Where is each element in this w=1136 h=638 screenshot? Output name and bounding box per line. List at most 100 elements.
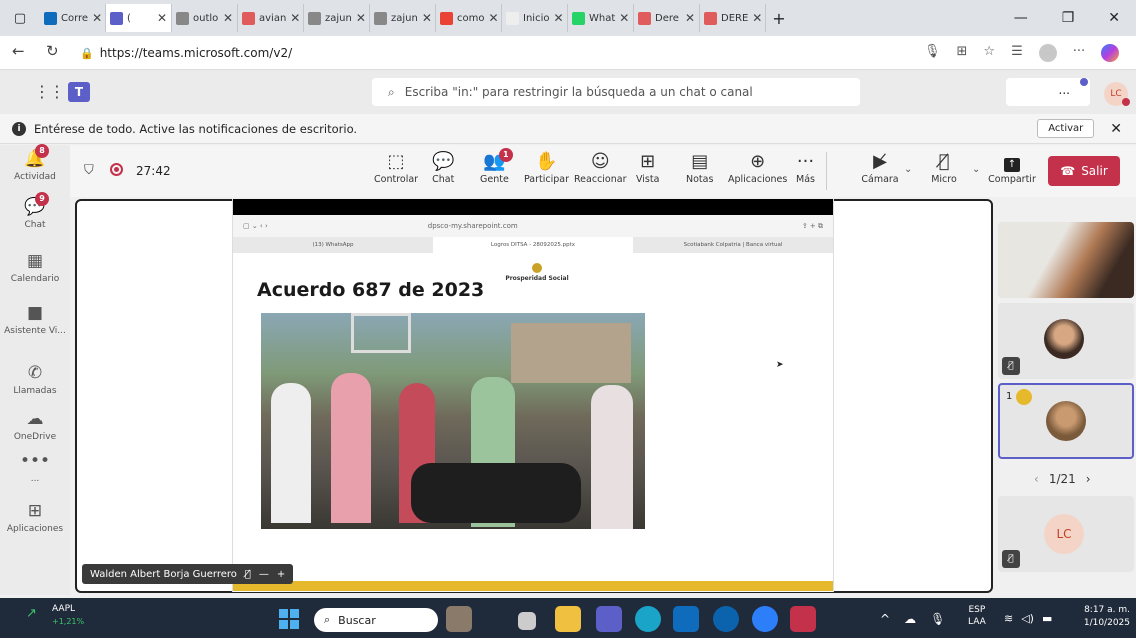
favorite-star-icon[interactable]: ☆	[983, 44, 995, 62]
tab-favicon-icon	[704, 11, 717, 25]
mouse-pointer-icon: ➤	[776, 360, 784, 370]
rail-item[interactable]: ▦ Calendario	[0, 250, 70, 284]
hp-icon[interactable]	[713, 606, 739, 632]
leave-button[interactable]: ☎ Salir	[1048, 156, 1120, 186]
participant-avatar	[1044, 319, 1084, 359]
file-explorer-icon[interactable]	[555, 606, 581, 632]
browser-tab[interactable]: Corre ✕	[40, 4, 106, 32]
participant-video-tile[interactable]	[998, 222, 1134, 298]
edge-icon[interactable]	[635, 606, 661, 632]
browser-tab[interactable]: outlo ✕	[172, 4, 238, 32]
rail-item[interactable]: 🔔 8 Actividad	[0, 144, 70, 182]
browser-tab[interactable]: Inicio ✕	[502, 4, 568, 32]
shield-icon[interactable]: ⛉	[84, 163, 94, 178]
close-tab-icon[interactable]: ✕	[92, 11, 102, 25]
browser-tab[interactable]: What ✕	[568, 4, 634, 32]
rail-item[interactable]: 💬 9 Chat	[0, 192, 70, 230]
clock[interactable]: 8:17 a. m. 1/10/2025	[1066, 604, 1130, 630]
close-tab-icon[interactable]: ✕	[290, 11, 300, 25]
tab-actions-icon[interactable]: ▢	[0, 4, 40, 32]
show-hidden-icons[interactable]: ^	[880, 612, 890, 626]
close-tab-icon[interactable]: ✕	[356, 11, 366, 25]
next-page-icon[interactable]: ›	[1086, 472, 1091, 486]
copilot-icon[interactable]	[1101, 44, 1120, 62]
expand-icon[interactable]: +	[277, 569, 285, 580]
reload-icon[interactable]: ↻	[46, 42, 59, 60]
browser-tab[interactable]: DERE ✕	[700, 4, 766, 32]
activate-button[interactable]: Activar	[1037, 119, 1095, 138]
browser-tab[interactable]: zajun ✕	[304, 4, 370, 32]
close-tab-icon[interactable]: ✕	[685, 11, 695, 25]
restore-icon[interactable]: ❐	[1062, 10, 1075, 26]
close-tab-icon[interactable]: ✕	[223, 11, 233, 25]
url-field[interactable]: 🔒 https://teams.microsoft.com/v2/	[80, 41, 900, 65]
close-tab-icon[interactable]: ✕	[553, 11, 563, 25]
mic-button[interactable]: 🎙̸ Micro	[926, 150, 962, 185]
favorites-list-icon[interactable]: ☰	[1011, 44, 1023, 62]
toolbar-button[interactable]: ✋ Participar	[524, 150, 569, 185]
taskbar-search[interactable]: ⌕ Buscar	[314, 608, 438, 632]
participant-tile-active[interactable]: 1	[998, 383, 1134, 459]
close-banner-icon[interactable]: ✕	[1110, 121, 1122, 137]
new-tab-button[interactable]: +	[766, 9, 792, 28]
toolbar-button[interactable]: ⊕ Aplicaciones	[728, 150, 787, 185]
rail-item[interactable]: •••...	[0, 450, 70, 484]
prev-page-icon[interactable]: ‹	[1034, 472, 1039, 486]
input-language[interactable]: ESP LAA	[968, 604, 986, 628]
back-icon[interactable]: ←	[12, 42, 25, 60]
toolbar-button[interactable]: ⊞ Vista	[636, 150, 659, 185]
participant-tile[interactable]: 🎙̸	[998, 303, 1134, 379]
minimize-icon[interactable]: —	[259, 569, 269, 580]
participant-tile[interactable]: LC 🎙̸	[998, 496, 1134, 572]
browser-tab[interactable]: como ✕	[436, 4, 502, 32]
stock-symbol[interactable]: AAPL	[52, 604, 75, 614]
minimize-icon[interactable]: —	[1014, 10, 1028, 26]
toolbar-button[interactable]: ▤ Notas	[686, 150, 713, 185]
mcafee-icon[interactable]	[790, 606, 816, 632]
close-window-icon[interactable]: ✕	[1108, 10, 1120, 26]
split-screen-icon[interactable]: ⊞	[957, 44, 968, 62]
close-tab-icon[interactable]: ✕	[752, 11, 762, 25]
calendar-app-icon[interactable]	[673, 606, 699, 632]
rail-item[interactable]: ■ Asistente Vi...	[0, 302, 70, 336]
mic-options-icon[interactable]: ⌄	[972, 164, 980, 175]
close-tab-icon[interactable]: ✕	[157, 11, 167, 25]
browser-tab[interactable]: (✕	[106, 4, 172, 32]
toolbar-button[interactable]: ☺ Reaccionar	[574, 150, 627, 185]
tab-favicon-icon	[44, 11, 57, 25]
widget-icon[interactable]	[446, 606, 472, 632]
toolbar-button[interactable]: 💬 Chat	[432, 150, 454, 185]
chrome-icon[interactable]	[752, 606, 778, 632]
rail-item[interactable]: ⊞ Aplicaciones	[0, 500, 70, 534]
toolbar-button[interactable]: ··· Más	[796, 150, 815, 185]
rail-item[interactable]: ☁ OneDrive	[0, 408, 70, 442]
browser-tab[interactable]: avian ✕	[238, 4, 304, 32]
share-button[interactable]: ↑ Compartir	[988, 150, 1036, 185]
app-launcher-icon[interactable]: ⋮⋮	[34, 82, 65, 101]
browser-tab[interactable]: zajun ✕	[370, 4, 436, 32]
onedrive-tray-icon[interactable]: ☁	[904, 612, 916, 626]
rail-label: Actividad	[14, 172, 56, 182]
toolbar-button[interactable]: ⬚ Controlar	[374, 150, 418, 185]
tab-favicon-icon	[440, 11, 453, 25]
task-view-icon[interactable]	[518, 612, 536, 630]
browser-more-icon[interactable]: ···	[1073, 44, 1085, 62]
settings-more-button[interactable]: ...	[1006, 78, 1090, 106]
teams-taskbar-icon[interactable]	[596, 606, 622, 632]
site-info-icon[interactable]: 🔒	[80, 47, 94, 60]
start-button[interactable]	[276, 606, 302, 632]
close-tab-icon[interactable]: ✕	[422, 11, 432, 25]
camera-options-icon[interactable]: ⌄	[904, 164, 912, 175]
profile-avatar[interactable]	[1038, 44, 1057, 62]
toolbar-button[interactable]: 👥 1 Gente	[480, 148, 513, 185]
mic-tray-icon[interactable]: 🎙	[930, 612, 945, 626]
close-tab-icon[interactable]: ✕	[619, 11, 629, 25]
search-input[interactable]: ⌕ Escriba "in:" para restringir la búsqu…	[372, 78, 860, 106]
search-placeholder: Escriba "in:" para restringir la búsqued…	[404, 85, 753, 99]
mic-permission-icon[interactable]: 🎙	[924, 44, 941, 62]
quick-settings[interactable]: ≋ ◁) ▬	[1004, 612, 1052, 625]
browser-tab[interactable]: Dere ✕	[634, 4, 700, 32]
rail-item[interactable]: ✆ Llamadas	[0, 362, 70, 396]
close-tab-icon[interactable]: ✕	[488, 11, 498, 25]
camera-button[interactable]: ▶̸ Cámara	[860, 150, 900, 185]
